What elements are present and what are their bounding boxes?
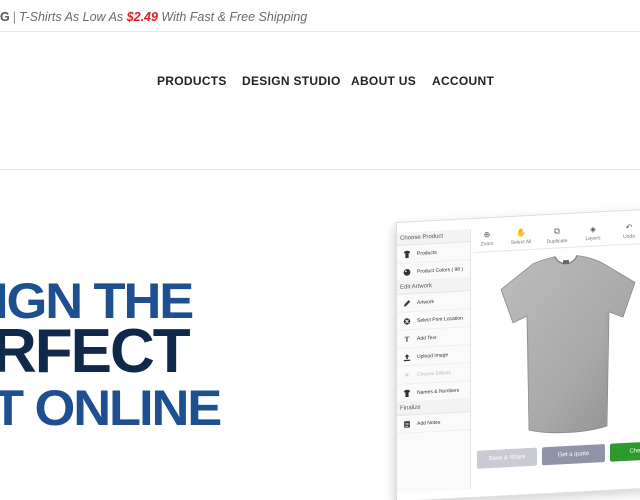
panel-item-add-notes[interactable]: Add Notes [397,412,470,434]
panel-item-label: Upload Image [417,351,449,360]
save-share-button[interactable]: Save & Share [477,447,537,469]
zoom-icon: ⊕ [483,230,491,240]
hero-headline: IGN THE RFECT T ONLINE [0,270,250,440]
wand-icon: ✦ [404,371,410,380]
design-studio-mockup: Choose Product Products Product Colors (… [396,208,640,500]
text-icon: T [404,334,410,344]
pen-icon [403,299,411,307]
toolbar-layers[interactable]: ◈ Layers [579,224,607,243]
panel-item-label: Add Text [417,334,437,342]
panel-item-label: Choose Effects [417,369,451,378]
promo-text-after: With Fast & Free Shipping [157,10,308,24]
studio-side-panel: Choose Product Products Product Colors (… [397,229,471,493]
studio-window: Choose Product Products Product Colors (… [396,208,640,500]
toolbar-label: Undo [623,233,635,241]
panel-item-label: Product Colors ( 98 ) [417,265,464,275]
main-header: PRODUCTS DESIGN STUDIO ABOUT US ACCOUNT [0,32,640,170]
nav-design-studio[interactable]: DESIGN STUDIO [242,74,341,88]
nav-account[interactable]: ACCOUNT [432,74,494,88]
toolbar-label: Layers [585,235,601,243]
promo-separator: | [12,10,16,24]
promo-text-before: T-Shirts As Low As [18,10,127,24]
hand-icon: ✋ [516,228,526,238]
panel-item-label: Add Notes [417,419,441,427]
hero-line-2: RFECT [0,317,191,386]
panel-item-label: Select Print Location [417,314,463,324]
toolbar-label: Duplicate [546,238,568,246]
panel-item-label: Names & Numbers [417,387,460,396]
panel-item-label: Artwork [417,298,434,306]
checkout-button[interactable]: Che [610,441,640,462]
toolbar-label: Zoom [480,240,494,248]
undo-icon: ↶ [625,222,633,232]
toolbar-zoom[interactable]: ⊕ Zoom [473,229,501,248]
layers-icon: ◈ [589,224,597,234]
promo-lead: G [0,10,10,24]
promo-text: G | T-Shirts As Low As $2.49 With Fast & F… [0,10,307,24]
nav-about-us[interactable]: ABOUT US [351,74,416,88]
toolbar-select-all[interactable]: ✋ Select All [507,228,535,246]
duplicate-icon: ⧉ [554,226,560,236]
jersey-icon [403,389,411,397]
panel-item-label: Products [417,249,437,257]
palette-icon [403,268,411,276]
hero-line-3: T ONLINE [0,380,222,436]
nav-products[interactable]: PRODUCTS [157,74,227,88]
crosshair-icon [403,317,411,325]
tshirt-icon [403,250,411,258]
design-canvas[interactable] [473,245,640,445]
toolbar-duplicate[interactable]: ⧉ Duplicate [543,226,571,245]
promo-bar: G | T-Shirts As Low As $2.49 With Fast & F… [0,0,640,32]
toolbar-undo[interactable]: ↶ Undo [615,222,640,240]
upload-icon [403,353,411,361]
get-quote-button[interactable]: Get a quote [542,444,605,466]
promo-price: $2.49 [126,10,158,24]
notes-icon [403,420,411,428]
tshirt-preview [500,255,636,434]
toolbar-label: Select All [510,238,532,246]
